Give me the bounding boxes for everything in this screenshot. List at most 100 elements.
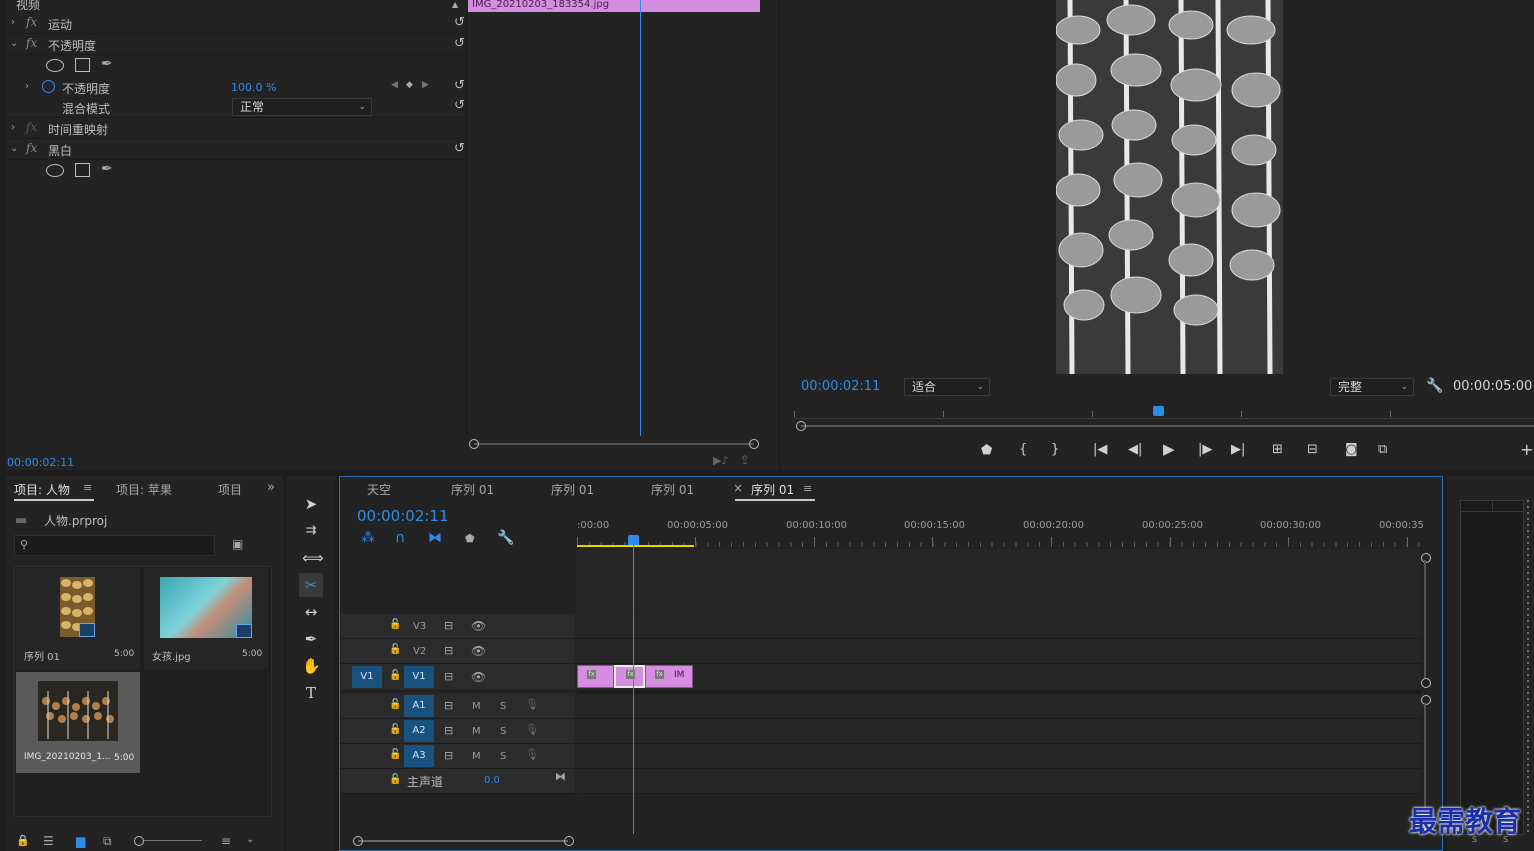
timeline-empty-top[interactable] [577, 549, 1421, 613]
go-to-out-icon[interactable]: ▶| [1231, 443, 1245, 456]
ellipse-mask-icon[interactable] [46, 59, 64, 72]
track-header-a2[interactable]: 🔓 A2 ⊟ M S 🎙 [341, 719, 575, 744]
sync-lock-icon[interactable]: ⊟ [444, 671, 453, 682]
pen-tool-icon[interactable]: ✒ [302, 630, 320, 648]
add-marker-icon[interactable]: ⬟ [465, 533, 475, 544]
menu-icon[interactable]: ≡ [803, 483, 812, 494]
track-header-v2[interactable]: 🔓 V2 ⊟ 👁 [341, 639, 575, 664]
microphone-icon[interactable]: 🎙 [525, 724, 539, 735]
timeline-tab-sky[interactable]: 天空 [367, 481, 391, 498]
eye-icon[interactable]: 👁 [471, 620, 486, 632]
zoom-slider[interactable] [138, 840, 202, 841]
timeline-settings-icon[interactable]: 🔧 [497, 531, 514, 545]
timeline-clip-selected[interactable]: fx [614, 665, 645, 688]
eye-icon[interactable]: 👁 [471, 645, 486, 657]
snap-icon[interactable]: ∩ [395, 531, 405, 545]
timeline-ruler[interactable]: :00:00 00:00:05:00 00:00:10:00 00:00:15:… [577, 515, 1424, 549]
project-item-sequence[interactable]: 序列 01 5:00 [16, 568, 140, 669]
track-master[interactable] [577, 769, 1421, 794]
effect-timecode[interactable]: 00:00:02:11 [7, 456, 74, 469]
track-header-a3[interactable]: 🔓 A3 ⊟ M S 🎙 [341, 744, 575, 769]
add-button-icon[interactable]: + [1520, 442, 1533, 458]
step-back-icon[interactable]: ◀| [1128, 443, 1142, 456]
solo-button[interactable]: S [500, 751, 506, 762]
project-item-img[interactable]: IMG_20210203_1... 5:00 [16, 672, 140, 773]
nest-toggle-icon[interactable]: ⁂ [361, 531, 375, 545]
type-tool-icon[interactable]: T [302, 684, 320, 702]
fx-icon[interactable]: fx [26, 141, 37, 155]
lock-icon[interactable]: 🔓 [389, 775, 401, 785]
scroll-handle-left[interactable] [796, 421, 806, 431]
program-zoom-bar[interactable] [801, 425, 1534, 427]
scroll-handle-left[interactable] [353, 836, 363, 846]
opacity-value[interactable]: 100.0 % [231, 81, 276, 94]
timeline-playhead[interactable] [633, 545, 634, 834]
play-audio-icon[interactable]: ▶♪ [713, 455, 728, 466]
reset-icon[interactable]: ↺ [454, 36, 465, 51]
export-frame-icon[interactable]: ◙ [1345, 443, 1358, 456]
project-item-girl[interactable]: 女孩.jpg 5:00 [144, 568, 268, 669]
chevron-right-icon[interactable]: › [11, 122, 15, 133]
solo-button[interactable]: S [500, 726, 506, 737]
step-forward-icon[interactable]: |▶ [1198, 443, 1212, 456]
ripple-edit-tool-icon[interactable]: ⟺ [302, 549, 324, 567]
timeline-tab-seq-active[interactable]: 序列 01 [751, 481, 794, 498]
timeline-timecode[interactable]: 00:00:02:11 [357, 507, 449, 525]
mute-button[interactable]: M [472, 751, 481, 762]
timeline-vertical-scrollbar[interactable] [1424, 560, 1426, 678]
lock-icon[interactable]: 🔓 [389, 725, 401, 735]
tab-close-icon[interactable]: × [733, 481, 743, 495]
zoom-slider-handle[interactable] [134, 836, 144, 846]
track-header-master[interactable]: 🔓 主声道 0.0 ⧓ [341, 769, 575, 794]
chevron-down-icon[interactable]: ⌄ [246, 835, 254, 845]
lock-icon[interactable]: 🔓 [389, 645, 401, 655]
sort-icon[interactable]: ≡ [221, 835, 231, 847]
mark-out-icon[interactable]: } [1051, 443, 1059, 456]
tab-project-apple[interactable]: 项目: 苹果 [116, 481, 172, 498]
menu-icon[interactable]: ≡ [83, 482, 92, 493]
track-v1[interactable] [577, 664, 1421, 691]
prev-keyframe-icon[interactable]: ◀ [391, 80, 398, 90]
next-keyframe-icon[interactable]: ▶ [422, 80, 429, 90]
sync-lock-icon[interactable]: ⊟ [444, 750, 453, 761]
go-to-in-icon[interactable]: |◀ [1093, 443, 1107, 456]
work-area-bar[interactable] [577, 545, 694, 547]
icon-view-icon[interactable]: ▆ [76, 835, 85, 847]
chevron-down-icon[interactable]: ⌄ [10, 143, 18, 154]
ellipse-mask-icon[interactable] [46, 164, 64, 177]
effect-time-remap-row[interactable]: › fx 时间重映射 [8, 118, 463, 139]
timeline-horizontal-scrollbar[interactable] [358, 840, 568, 842]
timeline-clip[interactable]: fx IM [645, 665, 693, 688]
track-a1[interactable] [577, 694, 1421, 719]
go-to-edit-icon[interactable]: ⧓ [555, 771, 566, 782]
sync-lock-icon[interactable]: ⊟ [444, 725, 453, 736]
pen-mask-icon[interactable]: ✒ [101, 57, 113, 71]
program-timecode[interactable]: 00:00:02:11 [801, 379, 880, 394]
effect-timeline-area[interactable] [466, 0, 761, 435]
track-a2[interactable] [577, 719, 1421, 744]
fx-icon[interactable]: fx [26, 36, 37, 50]
project-search-input[interactable]: ⚲ [14, 535, 215, 556]
reset-icon[interactable]: ↺ [454, 98, 465, 113]
mark-in-icon[interactable]: { [1019, 443, 1027, 456]
stopwatch-icon[interactable] [42, 80, 55, 93]
effect-opacity-row[interactable]: ⌄ fx 不透明度 ↺ [8, 34, 465, 55]
program-mini-ruler[interactable] [794, 406, 1534, 419]
track-target-a2[interactable]: A2 [404, 720, 434, 742]
overflow-chevron-icon[interactable]: » [267, 481, 275, 494]
freeform-view-icon[interactable]: ⧉ [103, 835, 112, 847]
add-marker-icon[interactable]: ⬟ [981, 444, 992, 457]
play-icon[interactable]: ▶ [1163, 442, 1175, 457]
sync-lock-icon[interactable]: ⊟ [444, 645, 453, 656]
track-header-a1[interactable]: 🔓 A1 ⊟ M S 🎙 [341, 694, 575, 719]
effect-black-white-row[interactable]: ⌄ fx 黑白 ↺ [8, 139, 465, 160]
track-a3[interactable] [577, 744, 1421, 769]
tab-project-people[interactable]: 项目: 人物 [14, 481, 70, 498]
export-icon[interactable]: ⇪ [740, 454, 750, 466]
lift-icon[interactable]: ⊞ [1272, 443, 1283, 456]
track-v2[interactable] [577, 639, 1421, 664]
lock-icon[interactable]: 🔓 [389, 620, 401, 630]
track-v3[interactable] [577, 614, 1421, 639]
sync-lock-icon[interactable]: ⊟ [444, 700, 453, 711]
eye-icon[interactable]: 👁 [471, 671, 486, 683]
